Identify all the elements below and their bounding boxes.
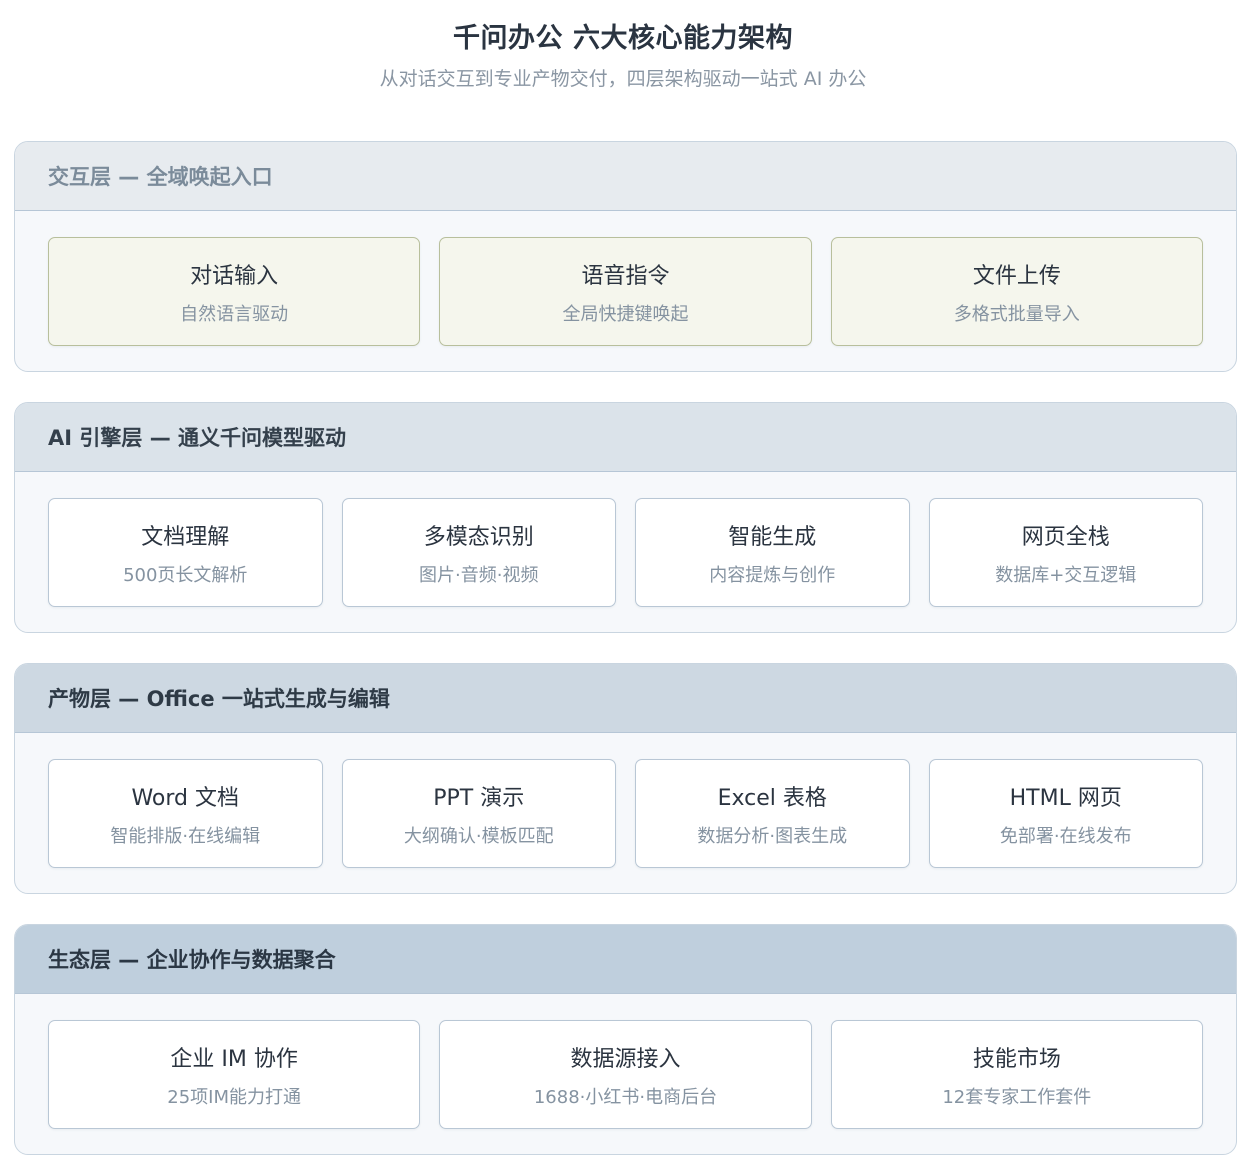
card-subtitle: 智能排版·在线编辑 (110, 825, 261, 847)
card-title: Word 文档 (131, 785, 240, 811)
card-subtitle: 多格式批量导入 (953, 303, 1080, 325)
card-row-interaction: 对话输入 自然语言驱动 语音指令 全局快捷键唤起 文件上传 多格式批量导入 (48, 237, 1203, 346)
card-smart-generation[interactable]: 智能生成 内容提炼与创作 (635, 498, 910, 607)
card-row-ai-engine: 文档理解 500页长文解析 多模态识别 图片·音频·视频 智能生成 内容提炼与创… (48, 498, 1203, 607)
card-subtitle: 自然语言驱动 (180, 303, 289, 325)
card-title: 语音指令 (581, 263, 670, 289)
card-voice-command[interactable]: 语音指令 全局快捷键唤起 (439, 237, 812, 346)
layer-interaction: 交互层 — 全域唤起入口 对话输入 自然语言驱动 语音指令 全局快捷键唤起 文件… (14, 141, 1237, 372)
layer-header-ai-engine: AI 引擎层 — 通义千问模型驱动 (15, 403, 1236, 472)
layer-body-ecosystem: 企业 IM 协作 25项IM能力打通 数据源接入 1688·小红书·电商后台 技… (15, 994, 1236, 1154)
card-row-ecosystem: 企业 IM 协作 25项IM能力打通 数据源接入 1688·小红书·电商后台 技… (48, 1020, 1203, 1129)
card-word-document[interactable]: Word 文档 智能排版·在线编辑 (48, 759, 323, 868)
layer-ecosystem: 生态层 — 企业协作与数据聚合 企业 IM 协作 25项IM能力打通 数据源接入… (14, 924, 1237, 1155)
card-title: PPT 演示 (433, 785, 525, 811)
page-title: 千问办公 六大核心能力架构 (453, 23, 793, 54)
card-subtitle: 500页长文解析 (123, 564, 248, 586)
card-title: 多模态识别 (423, 524, 534, 550)
card-subtitle: 图片·音频·视频 (419, 564, 539, 586)
card-skill-market[interactable]: 技能市场 12套专家工作套件 (830, 1020, 1203, 1129)
card-excel-spreadsheet[interactable]: Excel 表格 数据分析·图表生成 (635, 759, 910, 868)
card-subtitle: 25项IM能力打通 (167, 1086, 302, 1108)
layer-body-interaction: 对话输入 自然语言驱动 语音指令 全局快捷键唤起 文件上传 多格式批量导入 (15, 211, 1236, 371)
card-subtitle: 大纲确认·模板匹配 (403, 825, 554, 847)
card-multimodal-recognition[interactable]: 多模态识别 图片·音频·视频 (341, 498, 616, 607)
layer-header-ecosystem: 生态层 — 企业协作与数据聚合 (15, 925, 1236, 994)
card-ppt-presentation[interactable]: PPT 演示 大纲确认·模板匹配 (341, 759, 616, 868)
card-subtitle: 内容提炼与创作 (709, 564, 836, 586)
card-subtitle: 全局快捷键唤起 (562, 303, 689, 325)
layer-ai-engine: AI 引擎层 — 通义千问模型驱动 文档理解 500页长文解析 多模态识别 图片… (14, 402, 1237, 633)
layer-header-interaction: 交互层 — 全域唤起入口 (15, 142, 1236, 211)
card-subtitle: 数据库+交互逻辑 (995, 564, 1137, 586)
card-subtitle: 12套专家工作套件 (942, 1086, 1092, 1108)
card-title: 网页全栈 (1021, 524, 1110, 550)
card-title: 文件上传 (972, 263, 1061, 289)
card-title: 对话输入 (190, 263, 279, 289)
page-subtitle: 从对话交互到专业产物交付，四层架构驱动一站式 AI 办公 (379, 68, 867, 90)
card-enterprise-im[interactable]: 企业 IM 协作 25项IM能力打通 (48, 1020, 421, 1129)
card-data-source[interactable]: 数据源接入 1688·小红书·电商后台 (439, 1020, 812, 1129)
card-title: 智能生成 (728, 524, 817, 550)
card-title: Excel 表格 (717, 785, 827, 811)
card-web-fullstack[interactable]: 网页全栈 数据库+交互逻辑 (928, 498, 1203, 607)
layer-body-output: Word 文档 智能排版·在线编辑 PPT 演示 大纲确认·模板匹配 Excel… (15, 733, 1236, 893)
card-row-output: Word 文档 智能排版·在线编辑 PPT 演示 大纲确认·模板匹配 Excel… (48, 759, 1203, 868)
card-title: 数据源接入 (570, 1046, 681, 1072)
card-title: 技能市场 (972, 1046, 1061, 1072)
card-subtitle: 数据分析·图表生成 (697, 825, 848, 847)
card-subtitle: 1688·小红书·电商后台 (533, 1086, 718, 1108)
card-file-upload[interactable]: 文件上传 多格式批量导入 (830, 237, 1203, 346)
card-title: 企业 IM 协作 (170, 1046, 298, 1072)
card-dialog-input[interactable]: 对话输入 自然语言驱动 (48, 237, 421, 346)
card-title: 文档理解 (141, 524, 230, 550)
card-title: HTML 网页 (1009, 785, 1122, 811)
card-subtitle: 免部署·在线发布 (999, 825, 1132, 847)
layer-header-output: 产物层 — Office 一站式生成与编辑 (15, 664, 1236, 733)
layer-output: 产物层 — Office 一站式生成与编辑 Word 文档 智能排版·在线编辑 … (14, 663, 1237, 894)
card-html-webpage[interactable]: HTML 网页 免部署·在线发布 (928, 759, 1203, 868)
card-document-understanding[interactable]: 文档理解 500页长文解析 (48, 498, 323, 607)
layer-body-ai-engine: 文档理解 500页长文解析 多模态识别 图片·音频·视频 智能生成 内容提炼与创… (15, 472, 1236, 632)
